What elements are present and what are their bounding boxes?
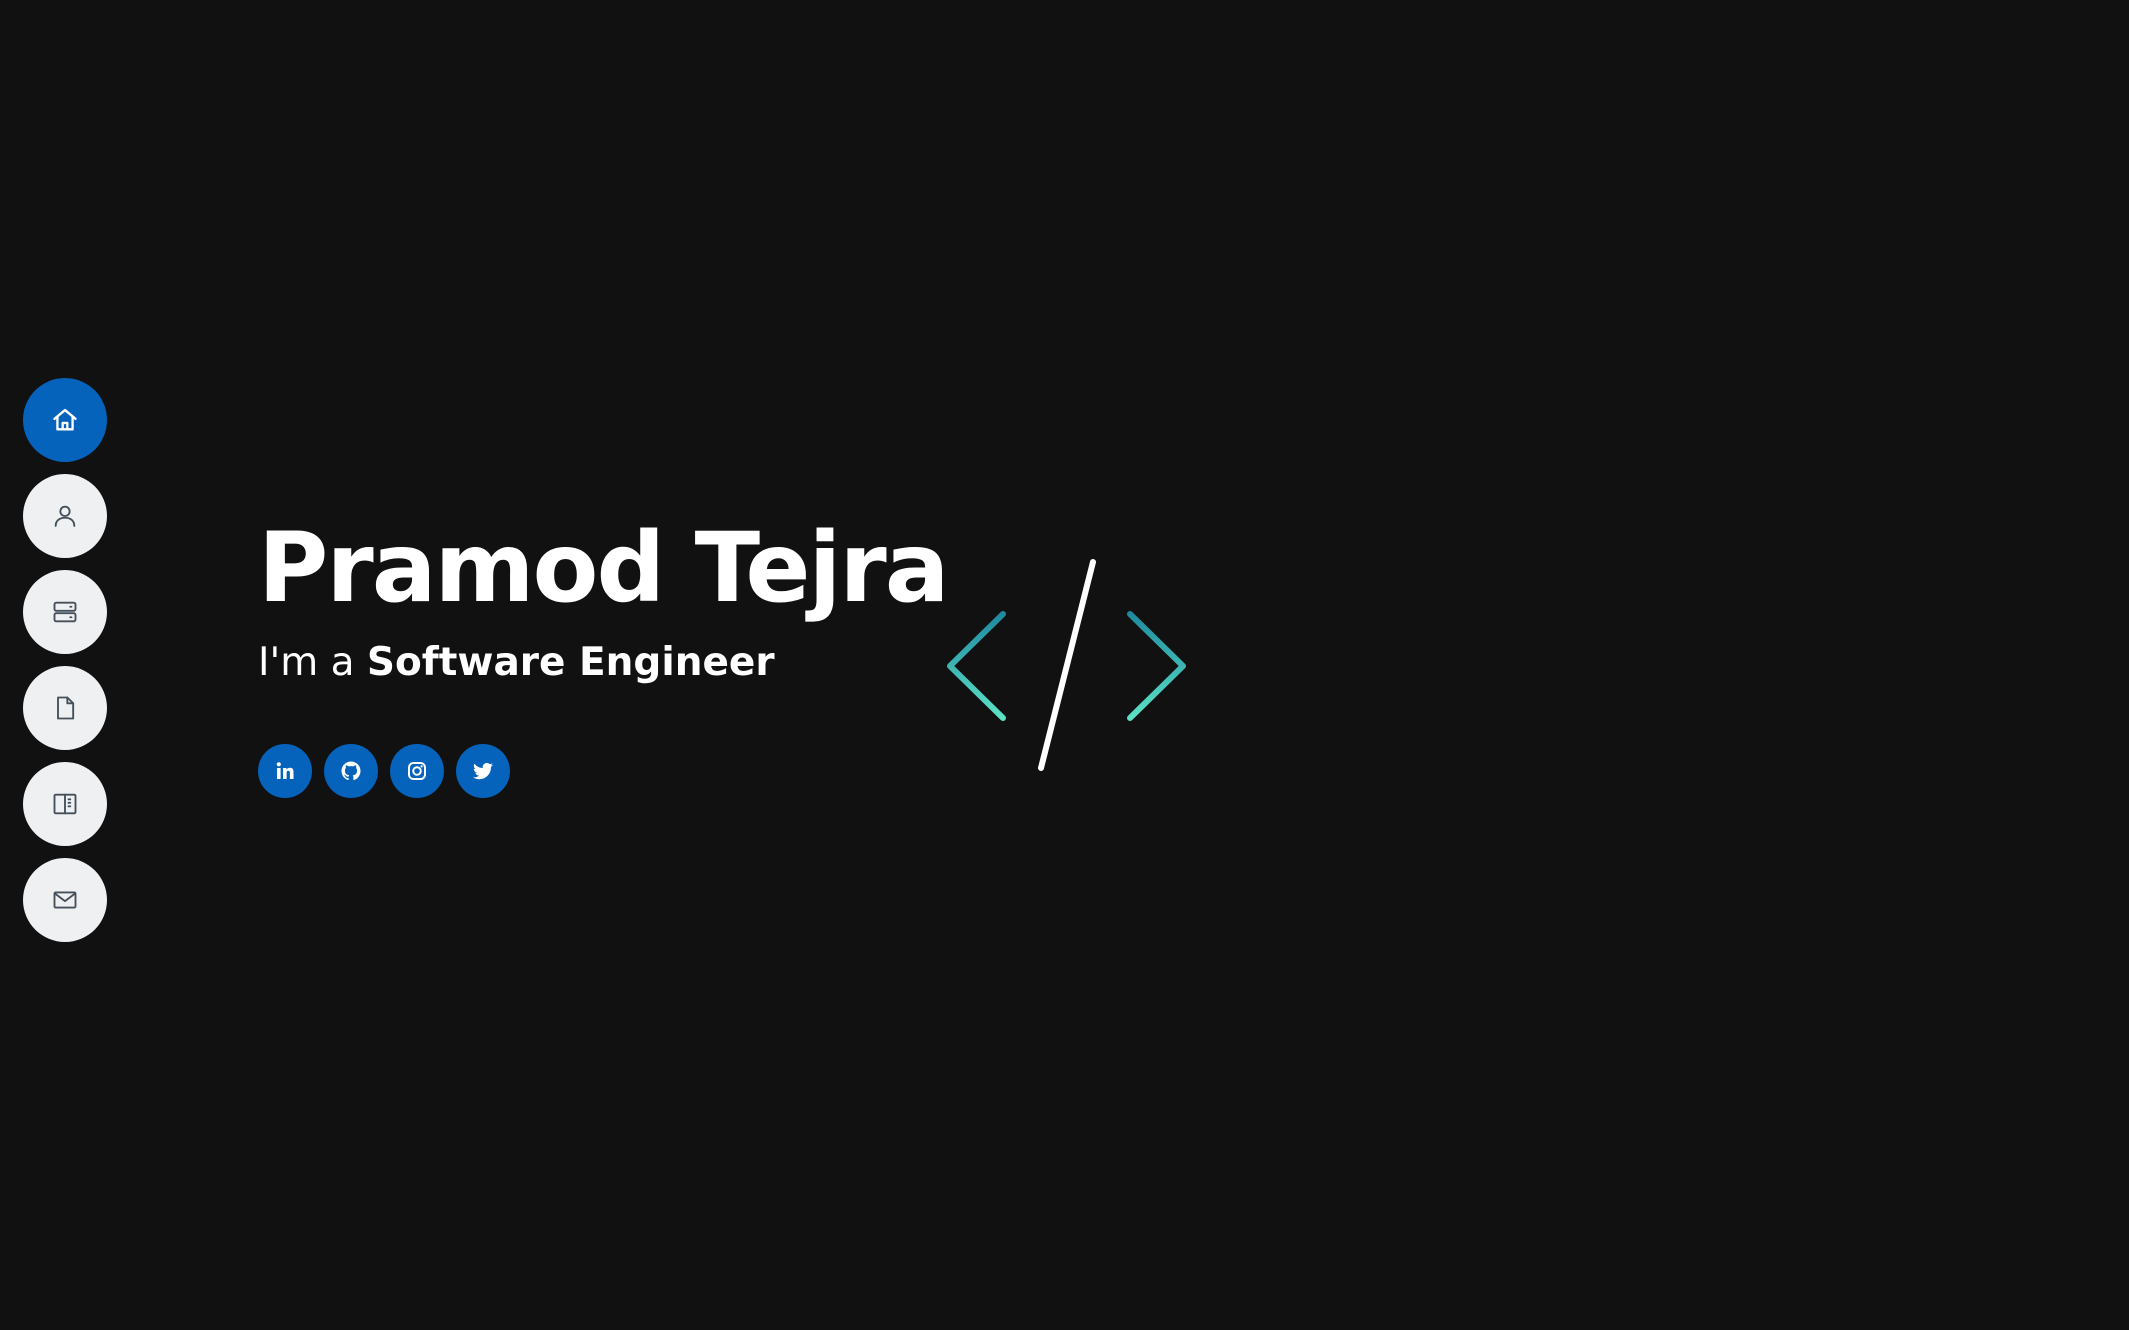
slash-line — [1038, 559, 1096, 771]
hero-subtitle: I'm a Software Engineer — [258, 640, 947, 687]
user-icon — [54, 505, 76, 527]
linkedin-icon — [276, 762, 294, 779]
left-bracket — [947, 611, 1006, 721]
code-brackets-logo — [947, 559, 1186, 771]
twitter-icon — [473, 762, 493, 780]
hero-section: Pramod Tejra I'm a Software Engineer — [258, 512, 949, 687]
book-icon — [53, 793, 77, 815]
nav-contact-button[interactable] — [23, 858, 107, 942]
home-icon — [53, 408, 77, 431]
hero-role: Software Engineer — [366, 640, 775, 685]
hero-subtitle-prefix: I'm a — [258, 640, 355, 685]
server-icon — [53, 601, 77, 623]
social-links — [258, 744, 522, 798]
instagram-link[interactable] — [390, 744, 444, 798]
page: Pramod Tejra I'm a Software Engineer — [0, 0, 2129, 1330]
mail-icon — [53, 891, 77, 909]
nav-home-button[interactable] — [23, 378, 107, 462]
nav-about-button[interactable] — [23, 474, 107, 558]
nav-resume-button[interactable] — [23, 570, 107, 654]
github-icon — [341, 761, 361, 781]
twitter-link[interactable] — [456, 744, 510, 798]
instagram-icon — [408, 762, 426, 780]
right-bracket — [1127, 611, 1186, 721]
file-icon — [57, 696, 75, 720]
nav-services-button[interactable] — [23, 762, 107, 846]
github-link[interactable] — [324, 744, 378, 798]
nav-portfolio-button[interactable] — [23, 666, 107, 750]
linkedin-link[interactable] — [258, 744, 312, 798]
hero-name: Pramod Tejra — [258, 512, 949, 624]
